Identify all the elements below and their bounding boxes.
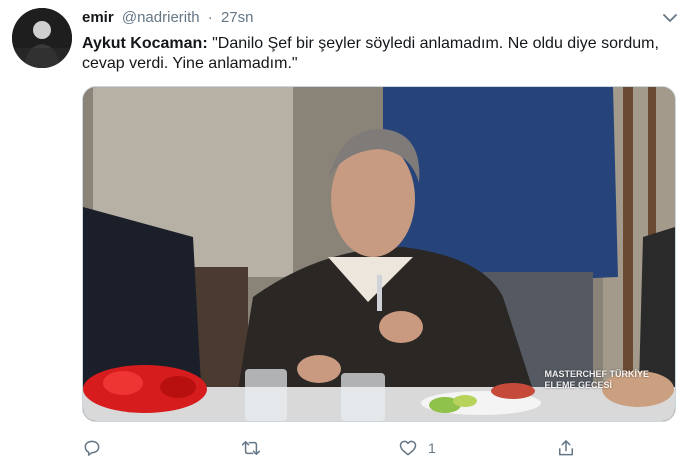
watermark-line-2: ELEME GECESİ	[544, 380, 612, 390]
tweet-media[interactable]: MASTERCHEF TÜRKİYE ELEME GECESİ	[82, 86, 676, 422]
watermark-line-1: MASTERCHEF TÜRKİYE	[544, 369, 649, 379]
tweet-header: emir @nadrierith · 27sn	[82, 8, 254, 28]
share-button[interactable]	[556, 434, 576, 462]
reply-icon	[84, 440, 100, 456]
tweet-card[interactable]: emir @nadrierith · 27sn Aykut Kocaman: "…	[0, 0, 700, 473]
like-button[interactable]: 1	[398, 434, 436, 462]
chevron-down-icon	[663, 14, 677, 22]
handle[interactable]: @nadrierith	[122, 9, 200, 26]
timestamp[interactable]: 27sn	[221, 9, 254, 26]
like-count: 1	[428, 440, 436, 456]
tweet-text: Aykut Kocaman: "Danilo Şef bir şeyler sö…	[82, 34, 672, 74]
share-icon	[559, 440, 573, 456]
tweet-actions: 1	[82, 434, 642, 462]
display-name[interactable]: emir	[82, 9, 114, 26]
retweet-button[interactable]	[240, 434, 262, 462]
quote-speaker: Aykut Kocaman:	[82, 35, 208, 52]
media-watermark: MASTERCHEF TÜRKİYE ELEME GECESİ	[544, 369, 649, 391]
avatar[interactable]	[12, 8, 72, 68]
more-options-button[interactable]	[660, 8, 680, 28]
avatar-image	[12, 8, 72, 68]
separator: ·	[207, 9, 213, 26]
retweet-icon	[241, 441, 261, 455]
reply-button[interactable]	[82, 434, 102, 462]
heart-icon	[399, 440, 417, 456]
